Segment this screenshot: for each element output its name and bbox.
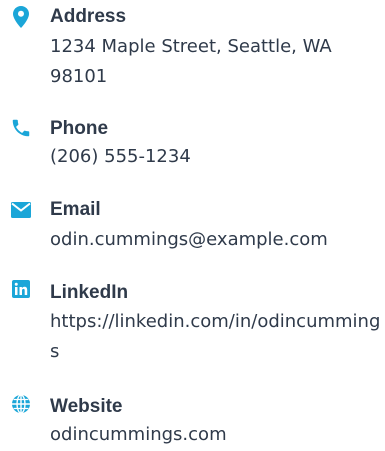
phone-value[interactable]: (206) 555-1234 bbox=[50, 142, 385, 172]
email-value[interactable]: odin.cummings@example.com bbox=[50, 225, 385, 255]
website-label: Website bbox=[50, 396, 123, 417]
envelope-icon[interactable] bbox=[10, 199, 32, 221]
website-value[interactable]: odincummings.com bbox=[50, 420, 385, 450]
map-pin-icon bbox=[10, 6, 32, 28]
linkedin-icon[interactable] bbox=[10, 278, 32, 300]
phone-icon[interactable] bbox=[10, 117, 32, 139]
address-value: 1234 Maple Street, Seattle, WA 98101 bbox=[50, 36, 332, 87]
address-label: Address bbox=[50, 6, 127, 27]
linkedin-label: LinkedIn bbox=[50, 282, 129, 303]
globe-icon[interactable] bbox=[10, 393, 32, 415]
email-label: Email bbox=[50, 199, 101, 220]
phone-label: Phone bbox=[50, 118, 109, 139]
linkedin-value[interactable]: https://linkedin.com/in/odincummings bbox=[50, 307, 385, 367]
